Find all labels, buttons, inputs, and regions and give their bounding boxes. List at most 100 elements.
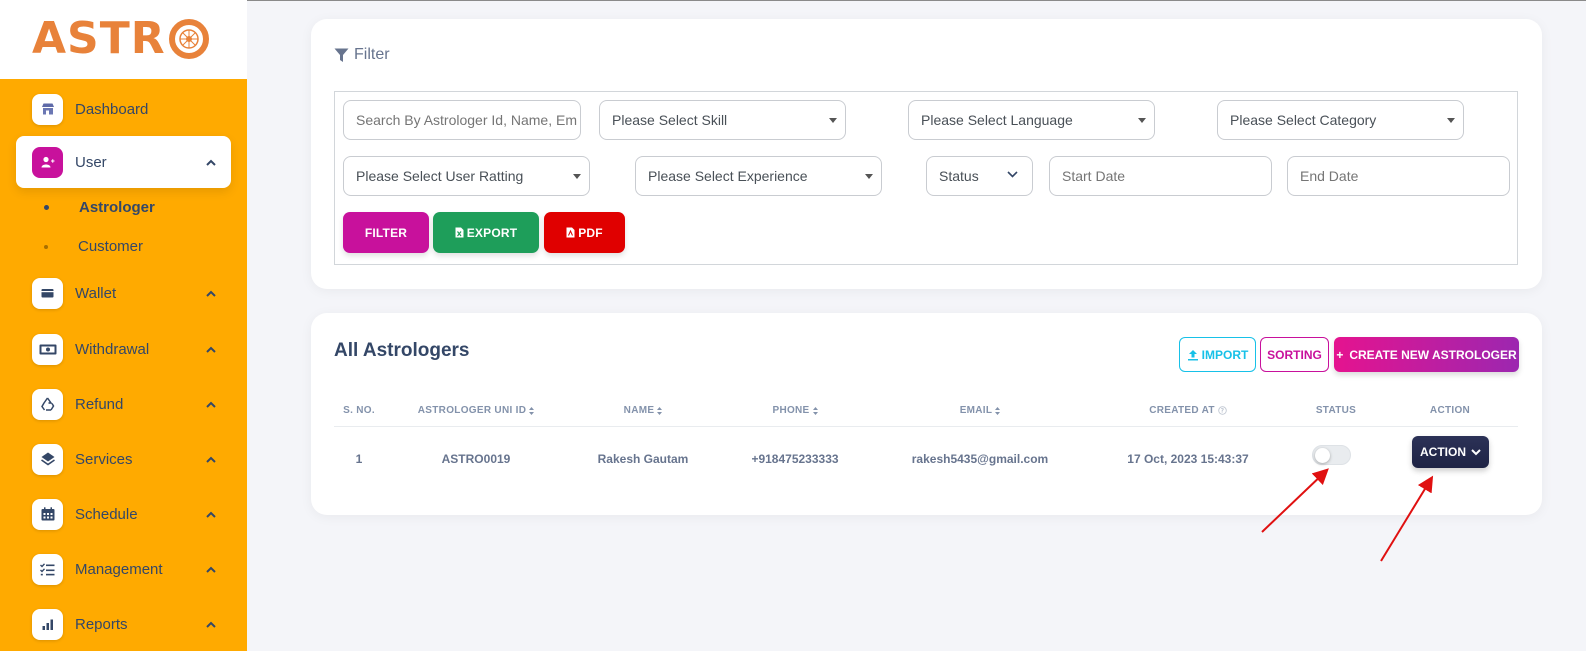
rating-select[interactable]: Please Select User Ratting [343, 156, 590, 196]
recycle-icon [32, 388, 63, 420]
sidebar-subitem-astrologer[interactable]: Astrologer [44, 199, 155, 216]
status-select[interactable]: Status [926, 156, 1033, 196]
filter-form: Please Select Skill Please Select Langua… [334, 91, 1518, 265]
filter-button[interactable]: FILTER [343, 212, 429, 253]
chevron-up-icon [205, 398, 217, 410]
sort-icon [657, 406, 663, 415]
caret-down-icon [1447, 118, 1455, 123]
chevron-up-icon [205, 156, 217, 168]
sidebar-item-label: Reports [75, 615, 128, 633]
skill-select-value: Please Select Skill [612, 112, 728, 128]
logo-wheel-icon [168, 19, 209, 59]
search-input[interactable] [343, 100, 581, 140]
sort-icon [812, 406, 818, 415]
filter-button-label: FILTER [364, 225, 408, 240]
sidebar-item-label: Services [75, 450, 133, 468]
import-button[interactable]: IMPORT [1179, 337, 1256, 372]
experience-select[interactable]: Please Select Experience [635, 156, 882, 196]
chevron-up-icon [205, 563, 217, 575]
table-header-divider [334, 426, 1518, 427]
info-circle-icon: ? [1218, 406, 1227, 415]
sidebar-item-reports[interactable]: Reports [16, 598, 231, 650]
rating-select-value: Please Select User Ratting [356, 168, 524, 184]
svg-text:?: ? [1220, 408, 1224, 415]
app-logo[interactable]: ASTR [32, 14, 210, 64]
filter-card: Filter Please Select Skill Please Select… [311, 19, 1542, 289]
sidebar-item-label: Refund [75, 395, 124, 413]
caret-down-icon [1138, 118, 1146, 123]
sidebar-item-services[interactable]: Services [16, 433, 231, 485]
subitem-label: Customer [78, 238, 144, 255]
cell-phone: +918475233333 [751, 452, 839, 466]
skill-select[interactable]: Please Select Skill [599, 100, 846, 140]
sidebar-item-management[interactable]: Management [16, 543, 231, 595]
pdf-button-label: PDF [578, 225, 603, 240]
caret-down-icon [865, 174, 873, 179]
column-header-label: STATUS [1315, 405, 1357, 416]
column-header-email[interactable]: EMAIL [930, 405, 1030, 416]
sidebar-item-label: Management [75, 560, 163, 578]
sidebar-subitem-customer[interactable]: Customer [44, 238, 143, 255]
pdf-button[interactable]: PDF [544, 212, 625, 253]
plus-icon: + [1336, 347, 1344, 362]
sidebar-item-dashboard[interactable]: Dashboard [16, 83, 231, 135]
sidebar-item-schedule[interactable]: Schedule [16, 488, 231, 540]
language-select-value: Please Select Language [921, 112, 1073, 128]
chevron-up-icon [205, 287, 217, 299]
column-header-created-at[interactable]: CREATED AT? [1128, 405, 1248, 416]
logo-text: ASTR [32, 13, 166, 64]
filter-title-text: Filter [354, 46, 390, 63]
cell-created-at: 17 Oct, 2023 15:43:37 [1127, 452, 1249, 466]
category-select[interactable]: Please Select Category [1217, 100, 1464, 140]
sidebar-item-withdrawal[interactable]: Withdrawal [16, 323, 231, 375]
status-toggle[interactable] [1312, 445, 1351, 465]
caret-down-icon [573, 174, 581, 179]
column-header-label: NAME [623, 405, 655, 416]
export-button-label: EXPORT [466, 225, 518, 240]
column-header-uni-id[interactable]: ASTROLOGER UNI ID [406, 405, 546, 416]
sidebar-item-refund[interactable]: Refund [16, 378, 231, 430]
wallet-icon [32, 277, 63, 309]
side-menu: Dashboard User Astrologer Customer Walle… [0, 79, 247, 651]
language-select[interactable]: Please Select Language [908, 100, 1155, 140]
sidebar-item-user[interactable]: User [16, 136, 231, 188]
filter-heading: Filter [334, 46, 390, 64]
start-date-input[interactable] [1049, 156, 1272, 196]
end-date-input[interactable] [1287, 156, 1510, 196]
export-button[interactable]: EXPORT [433, 212, 539, 253]
user-add-icon [32, 146, 63, 178]
sidebar: ASTR Dashboard User Astrologer Customer … [0, 0, 247, 651]
money-icon [32, 333, 63, 365]
sorting-button[interactable]: SORTING [1260, 337, 1329, 372]
column-header-label: PHONE [772, 405, 810, 416]
cell-uni-id: ASTRO0019 [441, 452, 511, 466]
bullet-dot [44, 244, 48, 249]
chevron-up-icon [205, 618, 217, 630]
astrologers-card: All Astrologers IMPORT SORTING + CREATE … [311, 313, 1542, 515]
sidebar-item-wallet[interactable]: Wallet [16, 267, 231, 319]
action-button-label: ACTION [1420, 445, 1466, 459]
sidebar-item-label: User [75, 153, 107, 171]
column-header-label: S. NO. [343, 405, 375, 416]
sidebar-item-label: Withdrawal [75, 340, 150, 358]
chevron-down-icon [1007, 171, 1018, 178]
column-header-label: EMAIL [959, 405, 993, 416]
shop-icon [32, 93, 63, 125]
sidebar-item-label: Wallet [75, 284, 117, 302]
chevron-up-icon [205, 343, 217, 355]
column-header-action: ACTION [1410, 405, 1490, 416]
caret-down-icon [829, 118, 837, 123]
column-header-label: ACTION [1429, 405, 1471, 416]
experience-select-value: Please Select Experience [648, 168, 808, 184]
sort-icon [529, 406, 535, 415]
bar-chart-icon [32, 608, 63, 640]
category-select-value: Please Select Category [1230, 112, 1377, 128]
action-dropdown-button[interactable]: ACTION [1412, 436, 1489, 468]
column-header-status: STATUS [1296, 405, 1376, 416]
column-header-label: ASTROLOGER UNI ID [417, 405, 527, 416]
column-header-name[interactable]: NAME [593, 405, 693, 416]
column-header-label: CREATED AT [1149, 405, 1215, 416]
column-header-phone[interactable]: PHONE [745, 405, 845, 416]
create-astrologer-button[interactable]: + CREATE NEW ASTROLOGER [1334, 337, 1519, 372]
upload-icon [1187, 349, 1198, 360]
